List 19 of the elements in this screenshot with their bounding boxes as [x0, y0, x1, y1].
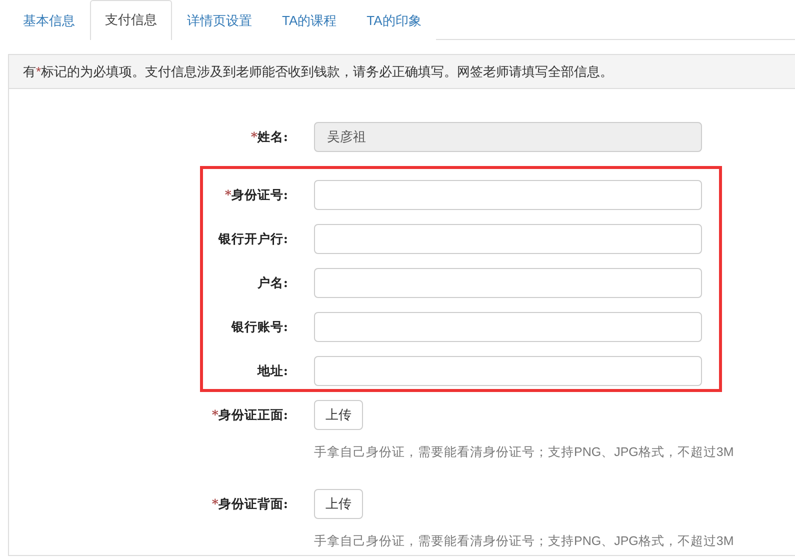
field-label: *姓名:	[250, 128, 288, 146]
hint-text: 手拿自己身份证，需要能看清身份证号；支持PNG、JPG格式，不超过3M	[314, 445, 734, 459]
hint-text: 手拿自己身份证，需要能看清身份证号；支持PNG、JPG格式，不超过3M	[314, 534, 734, 548]
text-field[interactable]	[314, 180, 702, 210]
field-label: 户名:	[256, 274, 288, 292]
field-label: 银行账号:	[230, 318, 288, 336]
upload-button[interactable]: 上传	[314, 400, 363, 430]
text-field[interactable]	[314, 312, 702, 342]
field-label: 地址:	[256, 362, 288, 380]
field-label: 银行开户行:	[217, 230, 288, 248]
upload-button[interactable]: 上传	[314, 489, 363, 519]
text-field[interactable]	[314, 224, 702, 254]
field-label: *身份证背面:	[210, 496, 288, 512]
field-label: *身份证正面:	[210, 406, 288, 424]
text-field[interactable]	[314, 268, 702, 298]
tab[interactable]: 支付信息	[90, 0, 172, 40]
text-field[interactable]	[314, 356, 702, 386]
notice-text: 有*标记的为必填项。支付信息涉及到老师能否收到钱款，请务必正确填写。网签老师请填写全部信息。	[23, 62, 614, 80]
field-label: *身份证号:	[224, 186, 288, 204]
